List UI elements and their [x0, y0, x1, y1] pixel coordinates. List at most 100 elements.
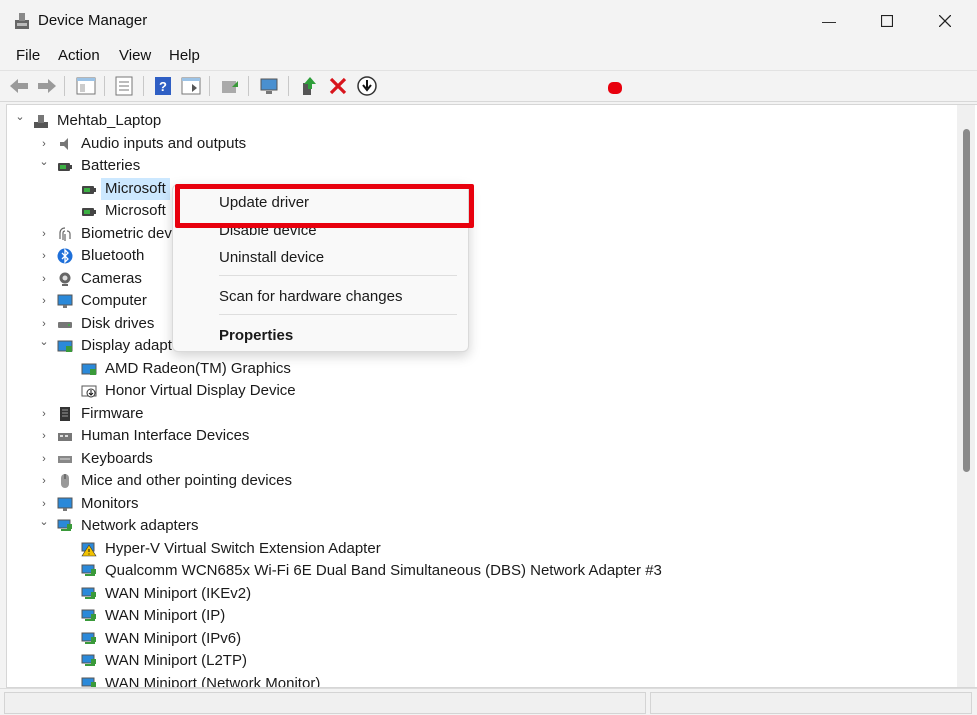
update-driver-icon[interactable]	[219, 75, 241, 97]
highlight-box	[175, 184, 474, 228]
expand-chevron-right-icon[interactable]: ›	[39, 290, 49, 312]
expand-chevron-right-icon[interactable]: ›	[39, 245, 49, 267]
tree-item[interactable]: ⌄ Batteries	[39, 155, 739, 177]
scan-hardware-icon[interactable]	[258, 75, 280, 97]
tree-item-label: Biometric dev	[81, 224, 172, 242]
disk-icon	[58, 321, 72, 328]
tree-item[interactable]: Hyper-V Virtual Switch Extension Adapter	[63, 538, 763, 560]
uninstall-device-icon[interactable]	[327, 75, 349, 97]
tree-item-label: Mice and other pointing devices	[81, 472, 292, 489]
status-cell	[650, 692, 972, 714]
menu-file[interactable]: File	[16, 47, 40, 64]
close-button[interactable]	[917, 0, 973, 42]
menu-item-properties[interactable]: Properties	[219, 327, 293, 344]
minimize-button[interactable]: —	[801, 0, 857, 42]
tree-item-label: Hyper-V Virtual Switch Extension Adapter	[105, 539, 381, 557]
enable-device-icon[interactable]	[298, 75, 320, 97]
expand-chevron-right-icon[interactable]: ›	[39, 403, 49, 425]
maximize-icon	[881, 15, 893, 27]
menu-separator	[219, 314, 457, 315]
tree-item-label: Honor Virtual Display Device	[105, 382, 296, 399]
network-icon	[81, 609, 96, 621]
battery-icon	[82, 208, 96, 216]
forward-icon[interactable]	[36, 75, 58, 97]
device-tree-pane: ⌄ Mehtab_Laptop › Audio inputs and outputs ⌄…	[6, 104, 977, 688]
keyboard-icon	[58, 455, 72, 463]
tree-item-label: Batteries	[81, 157, 141, 174]
mouse-icon	[61, 474, 69, 488]
expand-chevron-right-icon[interactable]: ›	[39, 493, 49, 515]
network-icon	[81, 564, 96, 576]
action-view-icon[interactable]	[180, 75, 202, 97]
firmware-icon	[60, 406, 70, 421]
expand-chevron-down-icon[interactable]: ⌄	[39, 335, 49, 357]
tree-item[interactable]: › Mice and other pointing devices	[39, 470, 739, 492]
expand-chevron-right-icon[interactable]: ›	[39, 470, 49, 492]
menu-bar: File Action View Help	[0, 44, 977, 68]
tree-item[interactable]: › Audio inputs and outputs	[39, 133, 739, 155]
menu-action[interactable]: Action	[58, 47, 100, 64]
expand-chevron-down-icon[interactable]: ⌄	[39, 155, 49, 177]
tree-item-label: Microsoft	[101, 177, 170, 200]
tree-item[interactable]: › Keyboards	[39, 448, 739, 470]
back-icon[interactable]	[8, 75, 30, 97]
maximize-button[interactable]	[859, 0, 915, 42]
fingerprint-icon	[59, 226, 71, 241]
tree-item-label: Display adapt	[81, 337, 172, 354]
tree-item[interactable]: WAN Miniport (IP)	[63, 605, 763, 627]
expand-chevron-down-icon[interactable]: ⌄	[15, 110, 25, 132]
tree-item[interactable]: › Human Interface Devices	[39, 425, 739, 447]
tree-item[interactable]: ⌄ Network adapters	[39, 515, 739, 537]
tree-item[interactable]: ⌄ Mehtab_Laptop	[15, 110, 715, 132]
tree-item[interactable]: Qualcomm WCN685x Wi-Fi 6E Dual Band Simu…	[63, 560, 763, 582]
tree-item[interactable]: › Monitors	[39, 493, 739, 515]
toolbar: ?	[0, 70, 977, 102]
download-icon[interactable]	[356, 75, 378, 97]
status-cell	[4, 692, 646, 714]
tree-item-label: Disk drives	[81, 314, 155, 332]
bluetooth-icon	[57, 248, 73, 264]
tree-item-label: WAN Miniport (IP)	[105, 607, 226, 624]
list-view-icon[interactable]	[113, 75, 135, 97]
status-bar	[0, 688, 977, 715]
expand-chevron-right-icon[interactable]: ›	[39, 133, 49, 155]
tree-item[interactable]: AMD Radeon(TM) Graphics	[63, 358, 763, 380]
expand-chevron-down-icon[interactable]: ⌄	[39, 515, 49, 537]
expand-chevron-right-icon[interactable]: ›	[39, 448, 49, 470]
camera-icon	[59, 272, 71, 286]
menu-help[interactable]: Help	[169, 47, 200, 64]
help-icon[interactable]: ?	[152, 75, 174, 97]
vertical-scrollbar[interactable]	[957, 105, 975, 687]
expand-chevron-right-icon[interactable]: ›	[39, 268, 49, 290]
tree-item[interactable]: WAN Miniport (IPv6)	[63, 628, 763, 650]
battery-icon	[58, 163, 72, 171]
tree-item[interactable]: WAN Miniport (IKEv2)	[63, 583, 763, 605]
scrollbar-thumb[interactable]	[963, 129, 970, 472]
menu-separator	[219, 275, 457, 276]
menu-item-scan-hardware[interactable]: Scan for hardware changes	[219, 288, 402, 305]
tree-item[interactable]: › Firmware	[39, 403, 739, 425]
network-icon	[81, 587, 96, 599]
properties-pane-icon[interactable]	[75, 75, 97, 97]
tree-item[interactable]: WAN Miniport (Network Monitor)	[63, 673, 763, 687]
tree-item[interactable]: WAN Miniport (L2TP)	[63, 650, 763, 672]
expand-chevron-right-icon[interactable]: ›	[39, 313, 49, 335]
battery-icon	[82, 185, 96, 194]
expand-chevron-right-icon[interactable]: ›	[39, 223, 49, 245]
tree-item-label: Microsoft	[105, 202, 166, 219]
toolbar-separator	[143, 76, 144, 96]
expand-chevron-right-icon[interactable]: ›	[39, 425, 49, 447]
network-icon	[81, 654, 96, 666]
monitor-icon	[57, 497, 73, 511]
network-icon	[81, 632, 96, 644]
display-adapter-icon	[81, 363, 97, 375]
toolbar-separator	[288, 76, 289, 96]
display-adapter-icon	[57, 340, 73, 352]
menu-view[interactable]: View	[119, 47, 151, 64]
menu-item-uninstall-device[interactable]: Uninstall device	[219, 249, 324, 266]
tree-item-label: Bluetooth	[81, 247, 145, 264]
network-warning-icon	[81, 542, 97, 556]
tree-item[interactable]: Honor Virtual Display Device	[63, 380, 763, 402]
toolbar-separator	[64, 76, 65, 96]
minimize-icon: —	[822, 13, 836, 29]
